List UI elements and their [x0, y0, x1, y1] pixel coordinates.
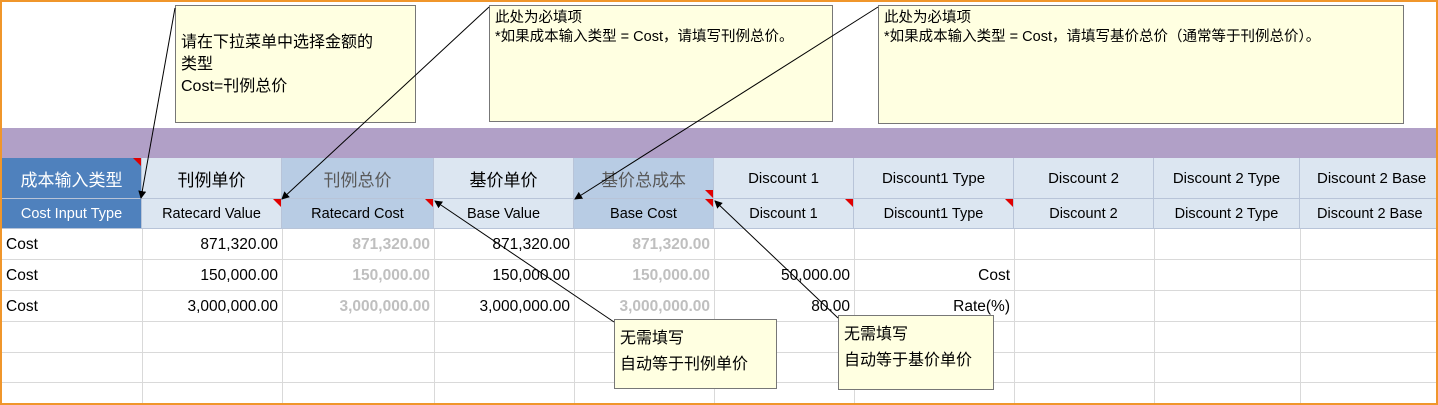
header-label: Discount1 Type [881, 169, 986, 187]
cell-cost-input-type[interactable]: Cost [2, 260, 142, 291]
header-discount2-type-cn[interactable]: Discount 2 Type [1154, 158, 1300, 199]
gridline [1154, 229, 1155, 403]
cell-discount1-type[interactable] [854, 229, 1014, 260]
cell-discount1-type[interactable]: Cost [854, 260, 1014, 291]
header-ratecard-value-cn[interactable]: 刊例单价 [142, 158, 282, 199]
comment-note-base-required: 此处为必填项 *如果成本输入类型 = Cost，请填写基价总价（通常等于刊例总价… [878, 5, 1404, 124]
header-label: Discount 2 Type [1174, 205, 1279, 222]
cell-discount1[interactable] [714, 229, 854, 260]
header-label: Cost Input Type [20, 205, 123, 222]
header-discount2-type[interactable]: Discount 2 Type [1154, 199, 1300, 229]
header-label: Base Cost [610, 205, 677, 222]
header-discount2-base[interactable]: Discount 2 Base [1300, 199, 1436, 229]
gridline [1300, 229, 1301, 403]
spreadsheet-frame: 成本输入类型 刊例单价 刊例总价 基价单价 基价总成本 Discount 1 D… [0, 0, 1438, 405]
header-label: Discount 2 Type [1172, 169, 1281, 187]
cell-ratecard-value[interactable]: 150,000.00 [142, 260, 282, 291]
header-label: 基价单价 [469, 170, 538, 190]
comment-note-select-type: 请在下拉菜单中选择金额的 类型 Cost=刊例总价 [175, 5, 416, 123]
header-discount2-cn[interactable]: Discount 2 [1014, 158, 1154, 199]
cell-ratecard-cost[interactable]: 150,000.00 [282, 260, 434, 291]
note-line: 此处为必填项 [495, 10, 582, 26]
cell-ratecard-cost[interactable]: 871,320.00 [282, 229, 434, 260]
cell-base-cost[interactable]: 150,000.00 [574, 260, 714, 291]
comment-flag-icon [705, 190, 713, 198]
comment-flag-icon [133, 158, 141, 166]
comment-flag-icon [845, 199, 853, 207]
note-line: 无需填写 [620, 330, 685, 347]
note-line: 请在下拉菜单中选择金额的 [181, 34, 374, 51]
cell-ratecard-value[interactable]: 3,000,000.00 [142, 291, 282, 322]
header-label: Ratecard Value [162, 205, 261, 222]
comment-flag-icon [705, 199, 713, 207]
comment-note-ratecard-required: 此处为必填项 *如果成本输入类型 = Cost，请填写刊例总价。 [489, 5, 833, 122]
comment-flag-icon [425, 199, 433, 207]
header-label: Discount 1 [749, 205, 818, 222]
header-base-cost-cn[interactable]: 基价总成本 [574, 158, 714, 199]
gridline [1014, 229, 1015, 403]
header-cost-input-type[interactable]: Cost Input Type [2, 199, 142, 229]
header-base-cost[interactable]: Base Cost [574, 199, 714, 229]
header-label: Base Value [466, 205, 541, 222]
cell-cost-input-type[interactable]: Cost [2, 291, 142, 322]
header-label: Discount 1 [748, 169, 819, 187]
note-line: 自动等于基价单价 [844, 352, 973, 369]
header-ratecard-cost[interactable]: Ratecard Cost [282, 199, 434, 229]
cell-base-value[interactable]: 150,000.00 [434, 260, 574, 291]
cell-ratecard-cost[interactable]: 3,000,000.00 [282, 291, 434, 322]
cell-base-value[interactable]: 3,000,000.00 [434, 291, 574, 322]
header-base-value-cn[interactable]: 基价单价 [434, 158, 574, 199]
header-label: Discount 2 [1048, 169, 1119, 187]
header-label: 刊例总价 [323, 170, 392, 190]
cell-base-cost[interactable]: 871,320.00 [574, 229, 714, 260]
cell-cost-input-type[interactable]: Cost [2, 229, 142, 260]
header-ratecard-value[interactable]: Ratecard Value [142, 199, 282, 229]
cell-discount1[interactable]: 50,000.00 [714, 260, 854, 291]
header-label: Discount 2 Base [1317, 169, 1427, 187]
cell-base-cost[interactable]: 3,000,000.00 [574, 291, 714, 322]
header-discount1[interactable]: Discount 1 [714, 199, 854, 229]
header-label: Discount1 Type [883, 205, 984, 222]
cell-base-value[interactable]: 871,320.00 [434, 229, 574, 260]
header-label: 成本输入类型 [20, 170, 123, 190]
header-ratecard-cost-cn[interactable]: 刊例总价 [282, 158, 434, 199]
header-label: 刊例单价 [177, 170, 246, 190]
comment-note-auto-base: 无需填写 自动等于基价单价 [838, 315, 994, 390]
note-line: 此处为必填项 [884, 10, 971, 26]
header-discount1-type-cn[interactable]: Discount1 Type [854, 158, 1014, 199]
note-line: 无需填写 [844, 326, 909, 343]
comment-note-auto-ratecard: 无需填写 自动等于刊例单价 [614, 319, 777, 389]
cell-discount1[interactable]: 80.00 [714, 291, 854, 322]
header-label: 基价总成本 [601, 170, 686, 190]
header-cost-input-type-cn[interactable]: 成本输入类型 [2, 158, 142, 199]
cell-ratecard-value[interactable]: 871,320.00 [142, 229, 282, 260]
note-line: 自动等于刊例单价 [620, 356, 749, 373]
note-line: 类型 [181, 56, 214, 73]
header-label: Discount 2 Base [1317, 205, 1423, 222]
purple-band-row [2, 128, 1436, 158]
note-line: *如果成本输入类型 = Cost，请填写基价总价（通常等于刊例总价）。 [884, 29, 1321, 45]
header-discount1-cn[interactable]: Discount 1 [714, 158, 854, 199]
header-discount2-base-cn[interactable]: Discount 2 Base [1300, 158, 1436, 199]
header-base-value[interactable]: Base Value [434, 199, 574, 229]
comment-flag-icon [273, 199, 281, 207]
comment-flag-icon [1005, 199, 1013, 207]
note-line: Cost=刊例总价 [181, 78, 288, 95]
header-discount2[interactable]: Discount 2 [1014, 199, 1154, 229]
header-label: Ratecard Cost [311, 205, 404, 222]
header-discount1-type[interactable]: Discount1 Type [854, 199, 1014, 229]
header-label: Discount 2 [1049, 205, 1118, 222]
note-line: *如果成本输入类型 = Cost，请填写刊例总价。 [495, 29, 794, 45]
